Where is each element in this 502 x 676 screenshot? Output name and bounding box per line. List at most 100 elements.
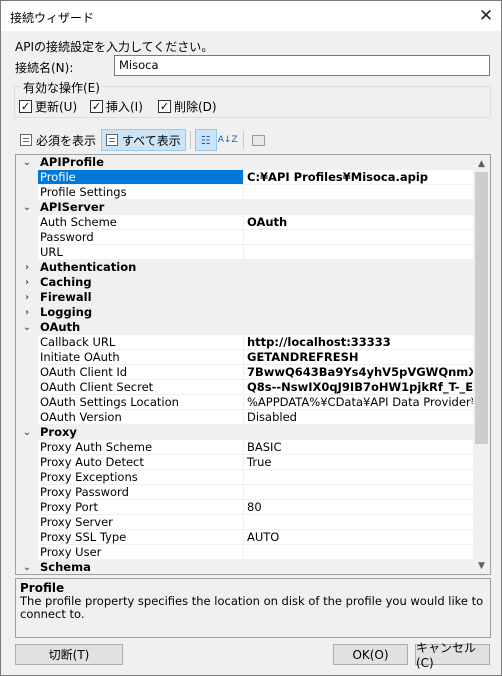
scroll-down-icon[interactable]: ▼ [473, 557, 490, 574]
property-row[interactable]: Proxy Auto Detect True [16, 455, 474, 470]
property-value[interactable]: http://localhost:33333 [244, 335, 474, 350]
chevron-down-icon[interactable]: ⌄ [16, 425, 38, 440]
property-row[interactable]: OAuth Client Id 7BwwQ643Ba9Ys4yhV5pVGWQnm… [16, 365, 474, 380]
category-name: Schema [40, 560, 91, 574]
property-grid[interactable]: ⌄ APIProfile Profile C:¥API Profiles¥Misoca… [15, 154, 491, 575]
ok-button[interactable]: OK(O) [333, 644, 408, 665]
category-row[interactable]: ⌄ APIProfile [16, 155, 474, 170]
property-grid-rows: ⌄ APIProfile Profile C:¥API Profiles¥Misoca… [16, 155, 474, 574]
help-title: Profile [20, 581, 65, 595]
property-value[interactable]: OAuth [244, 215, 474, 230]
chevron-right-icon[interactable]: › [16, 290, 38, 305]
property-row[interactable]: Proxy Port 80 [16, 500, 474, 515]
scrollbar-thumb[interactable] [475, 172, 488, 444]
alphabetical-button[interactable]: A↓Z [217, 129, 239, 151]
property-value[interactable]: BASIC [244, 440, 474, 455]
property-value[interactable] [244, 485, 474, 500]
property-name: Proxy Auth Scheme [38, 440, 244, 455]
row-gutter [16, 335, 38, 350]
property-row[interactable]: Proxy Server [16, 515, 474, 530]
property-row[interactable]: URL [16, 245, 474, 260]
property-value[interactable] [244, 470, 474, 485]
chevron-right-icon[interactable]: › [16, 305, 38, 320]
property-row[interactable]: Proxy SSL Type AUTO [16, 530, 474, 545]
list-icon [20, 134, 32, 146]
property-value[interactable]: C:¥API Profiles¥Misoca.apip [244, 170, 474, 185]
insert-checkbox[interactable]: ✓ 挿入(I) [90, 98, 143, 115]
chevron-right-icon[interactable]: › [16, 275, 38, 290]
property-row[interactable]: OAuth Client Secret Q8s--NswIX0qJ9IB7oHW1… [16, 380, 474, 395]
vertical-scrollbar[interactable]: ▲ ▼ [473, 155, 490, 574]
property-value[interactable] [244, 545, 474, 560]
property-value[interactable]: Disabled [244, 410, 474, 425]
property-name: OAuth Version [38, 410, 244, 425]
property-name: Proxy User [38, 545, 244, 560]
row-gutter [16, 365, 38, 380]
category-name: APIServer [40, 200, 105, 214]
connection-wizard-window: 接続ウィザード ✕ APIの接続設定を入力してください。 接続名(N): Mis… [0, 0, 502, 676]
property-row[interactable]: Profile C:¥API Profiles¥Misoca.apip [16, 170, 474, 185]
property-pages-icon [252, 134, 266, 146]
property-value[interactable]: %APPDATA%¥CData¥API Data Provider¥OAuth [244, 395, 474, 410]
property-value[interactable]: AUTO [244, 530, 474, 545]
property-value[interactable] [244, 245, 474, 260]
category-row[interactable]: ⌄ Proxy [16, 425, 474, 440]
property-pages-button[interactable] [248, 129, 270, 151]
cancel-button[interactable]: キャンセル(C) [415, 641, 490, 670]
property-row[interactable]: Proxy Password [16, 485, 474, 500]
property-value[interactable] [244, 230, 474, 245]
close-icon[interactable]: ✕ [471, 1, 501, 31]
property-row[interactable]: OAuth Version Disabled [16, 410, 474, 425]
delete-checkbox[interactable]: ✓ 削除(D) [158, 98, 217, 115]
property-value[interactable] [244, 515, 474, 530]
chevron-down-icon[interactable]: ⌄ [16, 560, 38, 574]
property-name: URL [38, 245, 244, 260]
chevron-down-icon[interactable]: ⌄ [16, 155, 38, 170]
property-row[interactable]: Proxy Exceptions [16, 470, 474, 485]
property-value[interactable]: GETANDREFRESH [244, 350, 474, 365]
row-gutter [16, 500, 38, 515]
chevron-down-icon[interactable]: ⌄ [16, 320, 38, 335]
property-name: OAuth Settings Location [38, 395, 244, 410]
intro-text: APIの接続設定を入力してください。 [15, 40, 214, 54]
sort-az-icon: A↓Z [217, 135, 238, 145]
categorized-button[interactable]: ☷ [194, 129, 217, 151]
update-checkbox[interactable]: ✓ 更新(U) [19, 98, 77, 115]
property-row[interactable]: Initiate OAuth GETANDREFRESH [16, 350, 474, 365]
property-row[interactable]: Callback URL http://localhost:33333 [16, 335, 474, 350]
property-value[interactable]: 80 [244, 500, 474, 515]
chevron-down-icon[interactable]: ⌄ [16, 200, 38, 215]
show-all-button[interactable]: すべて表示 [101, 129, 186, 151]
category-row[interactable]: › Caching [16, 275, 474, 290]
property-value[interactable] [244, 185, 474, 200]
show-required-button[interactable]: 必須を表示 [15, 129, 101, 151]
disconnect-button[interactable]: 切断(T) [15, 644, 123, 665]
property-row[interactable]: Proxy User [16, 545, 474, 560]
chevron-right-icon[interactable]: › [16, 260, 38, 275]
property-row[interactable]: Profile Settings [16, 185, 474, 200]
category-row[interactable]: › Authentication [16, 260, 474, 275]
property-value[interactable]: Q8s--NswIX0qJ9IB7oHW1pjkRf_T-_Ec... [244, 380, 474, 395]
help-description: The profile property specifies the locat… [20, 594, 484, 621]
category-row[interactable]: ⌄ APIServer [16, 200, 474, 215]
category-row[interactable]: ⌄ Schema [16, 560, 474, 574]
property-value[interactable]: True [244, 455, 474, 470]
row-gutter [16, 215, 38, 230]
category-row[interactable]: › Logging [16, 305, 474, 320]
row-gutter [16, 410, 38, 425]
show-all-label: すべて表示 [122, 133, 181, 148]
property-value[interactable]: 7BwwQ643Ba9Ys4yhV5pVGWQnmX0F... [244, 365, 474, 380]
category-name: Logging [40, 305, 93, 319]
connection-name-input[interactable]: Misoca [114, 55, 490, 76]
scroll-up-icon[interactable]: ▲ [473, 155, 490, 172]
connection-name-label: 接続名(N): [15, 61, 74, 75]
property-row[interactable]: Proxy Auth Scheme BASIC [16, 440, 474, 455]
property-row[interactable]: Auth Scheme OAuth [16, 215, 474, 230]
category-row[interactable]: › Firewall [16, 290, 474, 305]
property-row[interactable]: Password [16, 230, 474, 245]
toolbar-separator [242, 131, 244, 149]
property-row[interactable]: OAuth Settings Location %APPDATA%¥CData¥A… [16, 395, 474, 410]
property-name: Password [38, 230, 244, 245]
category-row[interactable]: ⌄ OAuth [16, 320, 474, 335]
property-name: OAuth Client Secret [38, 380, 244, 395]
